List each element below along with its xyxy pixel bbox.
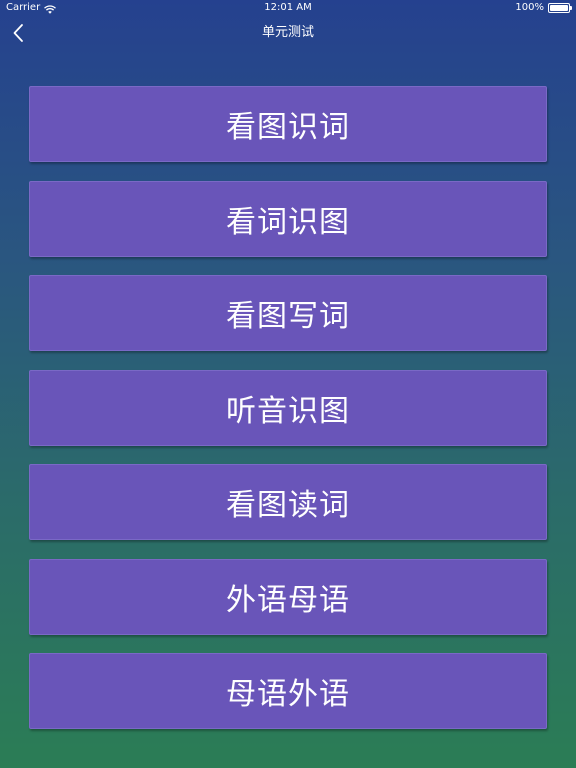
status-right: 100%: [515, 0, 572, 16]
menu-item-label: 听音识图: [226, 393, 350, 429]
menu-item-picture-write-word[interactable]: 看图写词: [29, 275, 547, 351]
menu-item-listen-recognize-picture[interactable]: 听音识图: [29, 369, 547, 446]
battery-icon: [548, 3, 572, 13]
menu-item-native-to-foreign[interactable]: 母语外语: [29, 653, 547, 729]
menu-item-label: 外语母语: [226, 582, 350, 618]
menu-item-label: 看图识词: [226, 110, 350, 145]
test-menu: 看图识词 看词识图 看图写词 听音识图 看图读词 外语母语 母语外语: [29, 86, 547, 748]
menu-item-picture-read-word[interactable]: 看图读词: [29, 464, 547, 540]
menu-item-foreign-to-native[interactable]: 外语母语: [29, 558, 547, 635]
status-bar: Carrier 12:01 AM 100%: [0, 0, 576, 16]
menu-item-label: 母语外语: [226, 677, 350, 712]
navigation-bar: 单元测试: [0, 16, 576, 50]
menu-item-picture-recognize-word[interactable]: 看图识词: [29, 86, 547, 162]
battery-percent: 100%: [515, 2, 544, 13]
menu-item-word-recognize-picture[interactable]: 看词识图: [29, 180, 547, 257]
page-title: 单元测试: [261, 25, 314, 40]
menu-item-label: 看图读词: [226, 488, 350, 523]
menu-item-label: 看词识图: [226, 204, 350, 240]
status-time: 12:01 AM: [264, 2, 312, 13]
menu-item-label: 看图写词: [226, 299, 350, 334]
